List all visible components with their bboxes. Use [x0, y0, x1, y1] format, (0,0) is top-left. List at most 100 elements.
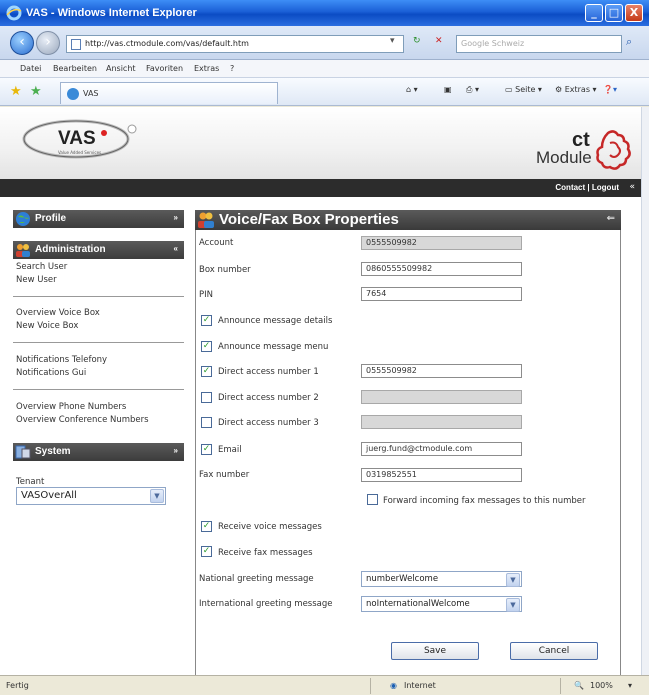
- refresh-icon[interactable]: ↻: [413, 36, 421, 46]
- cancel-button[interactable]: Cancel: [510, 642, 598, 660]
- direct-access-1-checkbox[interactable]: ✓: [201, 366, 212, 377]
- page-scrollbar[interactable]: [641, 107, 649, 675]
- globe-icon: ◉: [390, 681, 397, 690]
- sidebar-system-header[interactable]: System »: [13, 443, 184, 461]
- pin-field[interactable]: 7654: [361, 287, 522, 301]
- chevron-down-icon[interactable]: ▼: [506, 598, 520, 612]
- close-window-button[interactable]: X: [625, 4, 643, 22]
- address-input[interactable]: http://vas.ctmodule.com/vas/default.htm: [66, 35, 404, 53]
- sidebar-link-notifications-telefony[interactable]: Notifications Telefony: [16, 355, 107, 365]
- address-row: ‹ › http://vas.ctmodule.com/vas/default.…: [0, 26, 649, 60]
- direct-access-2-field: [361, 390, 522, 404]
- national-greeting-select[interactable]: numberWelcome ▼: [361, 571, 522, 587]
- maximize-button[interactable]: □: [605, 4, 623, 22]
- announce-details-checkbox[interactable]: ✓: [201, 315, 212, 326]
- announce-menu-checkbox[interactable]: ✓: [201, 341, 212, 352]
- forward-fax-checkbox[interactable]: [367, 494, 378, 505]
- sidebar-divider: [13, 296, 184, 297]
- sidebar-system-label: System: [35, 446, 71, 457]
- print-icon[interactable]: ⎙ ▾: [466, 85, 479, 95]
- minimize-button[interactable]: _: [585, 4, 603, 22]
- zoom-level[interactable]: 100%: [590, 681, 613, 690]
- account-label: Account: [199, 238, 234, 248]
- collapse-header-icon[interactable]: «: [629, 182, 635, 192]
- email-field[interactable]: juerg.fund@ctmodule.com: [361, 442, 522, 456]
- globe-icon: [16, 212, 30, 226]
- international-greeting-select[interactable]: noInternationalWelcome ▼: [361, 596, 522, 612]
- chevron-down-icon[interactable]: ▼: [506, 573, 520, 587]
- fax-number-field[interactable]: 0319852551: [361, 468, 522, 482]
- receive-voice-label: Receive voice messages: [218, 522, 322, 532]
- menu-favoriten[interactable]: Favoriten: [146, 64, 183, 73]
- address-dropdown-icon[interactable]: ▾: [390, 36, 395, 46]
- announce-menu-label: Announce message menu: [218, 342, 329, 352]
- receive-fax-checkbox[interactable]: ✓: [201, 546, 212, 557]
- sidebar-administration-header[interactable]: Administration «: [13, 241, 184, 259]
- menu-extras[interactable]: Extras: [194, 64, 219, 73]
- sidebar-link-overview-phone-numbers[interactable]: Overview Phone Numbers: [16, 402, 126, 412]
- menu-ansicht[interactable]: Ansicht: [106, 64, 136, 73]
- zoom-icon[interactable]: 🔍: [574, 681, 584, 690]
- direct-access-2-checkbox[interactable]: [201, 392, 212, 403]
- forward-button[interactable]: ›: [36, 31, 60, 55]
- tenant-value: VASOverAll: [21, 490, 77, 501]
- sidebar-administration-label: Administration: [35, 244, 106, 255]
- menu-datei[interactable]: Datei: [20, 64, 41, 73]
- security-zone: Internet: [404, 681, 436, 690]
- announce-details-label: Announce message details: [218, 316, 333, 326]
- search-input[interactable]: Google Schweiz: [456, 35, 622, 53]
- tools-menu[interactable]: ⚙ Extras ▾: [555, 85, 597, 94]
- sidebar-link-overview-conference-numbers[interactable]: Overview Conference Numbers: [16, 415, 149, 425]
- save-button[interactable]: Save: [391, 642, 479, 660]
- direct-access-1-field[interactable]: 0555509982: [361, 364, 522, 378]
- sidebar-profile-label: Profile: [35, 213, 67, 224]
- chevron-down-icon[interactable]: ▼: [150, 489, 164, 503]
- home-icon[interactable]: ⌂ ▾: [406, 85, 418, 94]
- receive-voice-checkbox[interactable]: ✓: [201, 521, 212, 532]
- back-arrow-icon[interactable]: ⇐: [607, 213, 615, 224]
- users-icon: [198, 212, 214, 228]
- tab-bar: ★ ★ VAS ⌂ ▾ ▣ ⎙ ▾ ▭ Seite ▾ ⚙ Extras ▾ ❓…: [0, 78, 649, 106]
- sidebar-link-search-user[interactable]: Search User: [16, 262, 67, 272]
- box-number-field[interactable]: 0860555509982: [361, 262, 522, 276]
- sidebar-link-new-voice-box[interactable]: New Voice Box: [16, 321, 78, 331]
- svg-text:Value Added Services: Value Added Services: [58, 150, 101, 155]
- header-links: Contact | Logout: [555, 183, 619, 192]
- feeds-icon[interactable]: ▣: [444, 85, 452, 94]
- menu-bearbeiten[interactable]: Bearbeiten: [53, 64, 97, 73]
- menu-help[interactable]: ?: [230, 64, 234, 73]
- page-icon: [71, 39, 81, 50]
- logout-link[interactable]: Logout: [592, 183, 619, 192]
- page-menu[interactable]: ▭ Seite ▾: [505, 85, 542, 94]
- svg-text:VAS: VAS: [58, 128, 96, 149]
- stop-icon[interactable]: ✕: [435, 36, 443, 46]
- direct-access-3-checkbox[interactable]: [201, 417, 212, 428]
- sidebar-link-new-user[interactable]: New User: [16, 275, 57, 285]
- tenant-select[interactable]: VASOverAll ▼: [16, 487, 166, 505]
- status-divider: [560, 678, 561, 694]
- ctmodule-logo[interactable]: ct Module: [536, 129, 636, 173]
- tab-vas[interactable]: VAS: [60, 82, 278, 104]
- contact-link[interactable]: Contact: [555, 183, 585, 192]
- sidebar-link-notifications-gui[interactable]: Notifications Gui: [16, 368, 86, 378]
- system-icon: [15, 445, 31, 459]
- vas-logo[interactable]: VAS Value Added Services: [20, 117, 144, 161]
- status-text: Fertig: [6, 681, 29, 690]
- sidebar-profile-header[interactable]: Profile »: [13, 210, 184, 228]
- add-favorite-icon[interactable]: ★: [30, 84, 42, 99]
- email-checkbox[interactable]: ✓: [201, 444, 212, 455]
- sidebar-link-overview-voice-box[interactable]: Overview Voice Box: [16, 308, 100, 318]
- search-icon[interactable]: ⌕: [626, 35, 632, 49]
- zoom-dropdown-icon[interactable]: ▾: [628, 681, 632, 690]
- international-greeting-label: International greeting message: [199, 599, 333, 609]
- international-greeting-value: noInternationalWelcome: [366, 599, 470, 609]
- back-button[interactable]: ‹: [10, 31, 34, 55]
- sidebar-divider: [13, 389, 184, 390]
- favorites-star-icon[interactable]: ★: [10, 84, 22, 99]
- forward-fax-label: Forward incoming fax messages to this nu…: [383, 496, 586, 506]
- link-separator: |: [587, 183, 590, 192]
- help-icon[interactable]: ❓▾: [603, 85, 617, 94]
- page-menu-label: Seite: [515, 85, 536, 94]
- chevron-up-icon: «: [173, 244, 178, 253]
- direct-access-3-label: Direct access number 3: [218, 418, 319, 428]
